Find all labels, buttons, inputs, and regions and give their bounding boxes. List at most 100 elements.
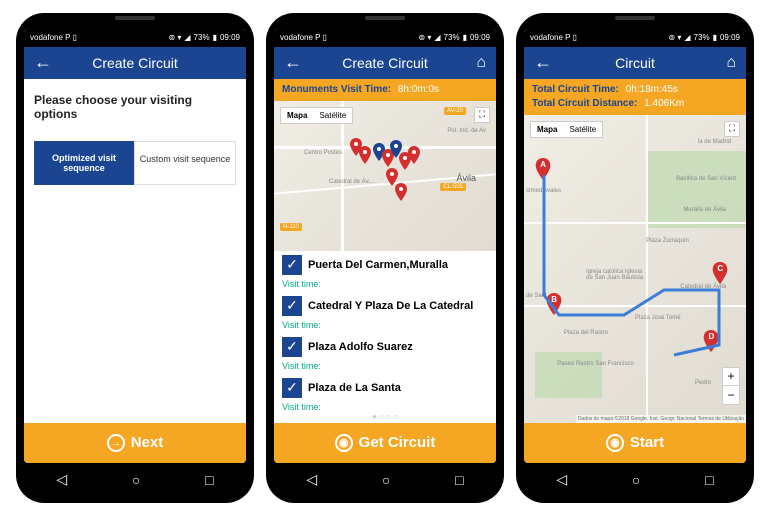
app-header: ← Create Circuit — [24, 47, 246, 79]
phone-2: vodafone P ▯ ⊚ ▾ ◢ 73% ▮ 09:09 ← Create … — [266, 13, 504, 503]
list-item[interactable]: ✓ Puerta Del Carmen,Muralla — [274, 251, 496, 279]
checkbox-checked-icon[interactable]: ✓ — [282, 337, 302, 357]
map-pin[interactable] — [349, 138, 363, 156]
action-label: Start — [630, 434, 664, 451]
map-tab-satellite[interactable]: Satélite — [313, 108, 352, 123]
list-item[interactable]: ✓ Catedral Y Plaza De La Catedral — [274, 292, 496, 320]
get-circuit-button[interactable]: ◉ Get Circuit — [274, 423, 496, 463]
checkbox-checked-icon[interactable]: ✓ — [282, 255, 302, 275]
prompt-text: Please choose your visiting options — [24, 79, 246, 135]
item-label: Plaza Adolfo Suarez — [308, 341, 413, 353]
android-nav: ◁ ○ □ — [274, 465, 496, 495]
visit-time-value: 8h:0m:0s — [398, 84, 439, 95]
page-dots: ● ○ ○ ○ — [274, 410, 496, 423]
nav-recent[interactable]: □ — [705, 472, 713, 488]
city-label: Ávila — [456, 173, 476, 183]
fullscreen-button[interactable]: ⛶ — [474, 107, 490, 123]
screen: vodafone P ▯ ⊚ ▾ ◢ 73% ▮ 09:09 ← Circuit… — [524, 29, 746, 463]
compass-icon: ◉ — [335, 434, 353, 452]
signal-icon: ◢ — [684, 33, 690, 42]
place-label: Pol. Ind. de Av — [447, 128, 486, 134]
content: Total Circuit Time: 0h:18m:45s Total Cir… — [524, 79, 746, 463]
signal-icon: ◢ — [434, 33, 440, 42]
visit-time-label: Monuments Visit Time: — [282, 84, 391, 95]
signal-icon: ◢ — [184, 33, 190, 42]
info-bar: Total Circuit Time: 0h:18m:45s Total Cir… — [524, 79, 746, 115]
battery-percent: 73% — [694, 33, 710, 42]
content: Monuments Visit Time: 8h:0m:0s AV-20 N-1… — [274, 79, 496, 463]
start-button[interactable]: ◉ Start — [524, 423, 746, 463]
android-nav: ◁ ○ □ — [24, 465, 246, 495]
status-bar: vodafone P ▯ ⊚ ▾ ◢ 73% ▮ 09:09 — [24, 29, 246, 47]
next-button[interactable]: → Next — [24, 423, 246, 463]
back-button[interactable]: ← — [284, 52, 302, 73]
map-pin[interactable] — [407, 146, 421, 164]
checklist: ✓ Puerta Del Carmen,Muralla Visit time: … — [274, 251, 496, 410]
tab-custom[interactable]: Custom visit sequence — [134, 141, 236, 185]
screen: vodafone P ▯ ⊚ ▾ ◢ 73% ▮ 09:09 ← Create … — [274, 29, 496, 463]
place-label: Centro Postes — [304, 150, 342, 156]
time-label: Total Circuit Time: — [532, 84, 619, 95]
zoom-out-button[interactable]: − — [723, 386, 739, 404]
nav-recent[interactable]: □ — [205, 472, 213, 488]
nav-back[interactable]: ◁ — [306, 471, 317, 488]
zoom-controls: + − — [722, 367, 740, 405]
visit-time-label: Visit time: — [274, 361, 496, 374]
battery-icon: ▮ — [213, 33, 217, 42]
map[interactable]: la de Madrid Basílica de San Vicent Mura… — [524, 115, 746, 423]
map-tab-satellite[interactable]: Satélite — [563, 122, 602, 137]
nav-home[interactable]: ○ — [132, 472, 140, 488]
nav-home[interactable]: ○ — [632, 472, 640, 488]
action-label: Get Circuit — [359, 434, 436, 451]
back-button[interactable]: ← — [34, 52, 52, 73]
nav-back[interactable]: ◁ — [56, 471, 67, 488]
time-value: 0h:18m:45s — [626, 84, 678, 95]
visit-time-label: Visit time: — [274, 279, 496, 292]
map-tab-map[interactable]: Mapa — [531, 122, 563, 137]
status-bar: vodafone P ▯ ⊚ ▾ ◢ 73% ▮ 09:09 — [274, 29, 496, 47]
road-label: N-110 — [280, 223, 302, 231]
list-item[interactable]: ✓ Plaza Adolfo Suarez — [274, 333, 496, 361]
header-title: Circuit — [615, 55, 655, 71]
checkbox-checked-icon[interactable]: ✓ — [282, 378, 302, 398]
list-item[interactable]: ✓ Plaza de La Santa — [274, 374, 496, 402]
sim-icon: ▯ — [322, 33, 326, 42]
phone-3: vodafone P ▯ ⊚ ▾ ◢ 73% ▮ 09:09 ← Circuit… — [516, 13, 754, 503]
visit-time-label: Visit time: — [274, 402, 496, 410]
fullscreen-button[interactable]: ⛶ — [724, 121, 740, 137]
android-nav: ◁ ○ □ — [524, 465, 746, 495]
content: Please choose your visiting options Opti… — [24, 79, 246, 463]
screen: vodafone P ▯ ⊚ ▾ ◢ 73% ▮ 09:09 ← Create … — [24, 29, 246, 463]
phone-1: vodafone P ▯ ⊚ ▾ ◢ 73% ▮ 09:09 ← Create … — [16, 13, 254, 503]
clock: 09:09 — [470, 33, 490, 42]
home-icon[interactable]: ⌂ — [726, 54, 736, 72]
clock: 09:09 — [720, 33, 740, 42]
tab-optimized[interactable]: Optimized visit sequence — [34, 141, 134, 185]
map-type-control: Mapa Satélite — [530, 121, 603, 138]
wifi-icon: ⊚ ▾ — [668, 33, 681, 42]
nav-back[interactable]: ◁ — [556, 471, 567, 488]
battery-icon: ▮ — [713, 33, 717, 42]
wifi-icon: ⊚ ▾ — [418, 33, 431, 42]
zoom-in-button[interactable]: + — [723, 368, 739, 386]
nav-recent[interactable]: □ — [455, 472, 463, 488]
battery-percent: 73% — [444, 33, 460, 42]
road-label: CL-505 — [440, 183, 466, 191]
place-label: Catedral de Áv... — [329, 179, 373, 185]
nav-home[interactable]: ○ — [382, 472, 390, 488]
app-header: ← Circuit ⌂ — [524, 47, 746, 79]
map[interactable]: AV-20 N-110 CL-505 Ávila Catedral de Áv.… — [274, 101, 496, 251]
sim-icon: ▯ — [572, 33, 576, 42]
info-bar: Monuments Visit Time: 8h:0m:0s — [274, 79, 496, 101]
wifi-icon: ⊚ ▾ — [168, 33, 181, 42]
item-label: Plaza de La Santa — [308, 382, 401, 394]
back-button[interactable]: ← — [534, 52, 552, 73]
checkbox-checked-icon[interactable]: ✓ — [282, 296, 302, 316]
item-label: Puerta Del Carmen,Muralla — [308, 259, 448, 271]
map-pin[interactable] — [394, 183, 408, 201]
map-tab-map[interactable]: Mapa — [281, 108, 313, 123]
arrow-right-icon: → — [107, 434, 125, 452]
road-label: AV-20 — [444, 107, 466, 115]
home-icon[interactable]: ⌂ — [476, 54, 486, 72]
dist-value: 1.406Km — [644, 98, 684, 109]
